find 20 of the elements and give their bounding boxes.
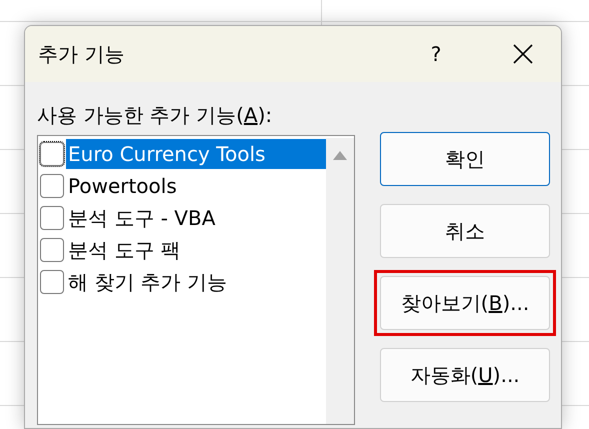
automation-button[interactable]: 자동화(U)... bbox=[380, 348, 550, 402]
checkbox[interactable] bbox=[40, 270, 64, 294]
ok-button[interactable]: 확인 bbox=[380, 132, 550, 186]
close-icon[interactable] bbox=[513, 44, 533, 64]
addin-item[interactable]: 분석 도구 팩 bbox=[66, 235, 326, 265]
checkbox[interactable] bbox=[40, 238, 64, 262]
browse-button[interactable]: 찾아보기(B)... bbox=[380, 276, 550, 330]
checkbox[interactable] bbox=[40, 206, 64, 230]
list-label: 사용 가능한 추가 기능(A): bbox=[37, 102, 272, 129]
help-button[interactable]: ? bbox=[421, 42, 451, 66]
scroll-up-icon[interactable] bbox=[333, 151, 347, 160]
addin-item[interactable]: Powertools bbox=[66, 171, 326, 201]
window-title: 추가 기능 bbox=[38, 40, 126, 68]
checkbox[interactable] bbox=[40, 142, 64, 166]
checkbox[interactable] bbox=[40, 174, 64, 198]
addin-item[interactable]: Euro Currency Tools bbox=[66, 139, 326, 169]
addin-item[interactable]: 해 찾기 추가 기능 bbox=[66, 267, 326, 297]
scrollbar[interactable] bbox=[326, 138, 354, 424]
cancel-button[interactable]: 취소 bbox=[380, 204, 550, 258]
addin-item[interactable]: 분석 도구 - VBA bbox=[66, 203, 326, 233]
